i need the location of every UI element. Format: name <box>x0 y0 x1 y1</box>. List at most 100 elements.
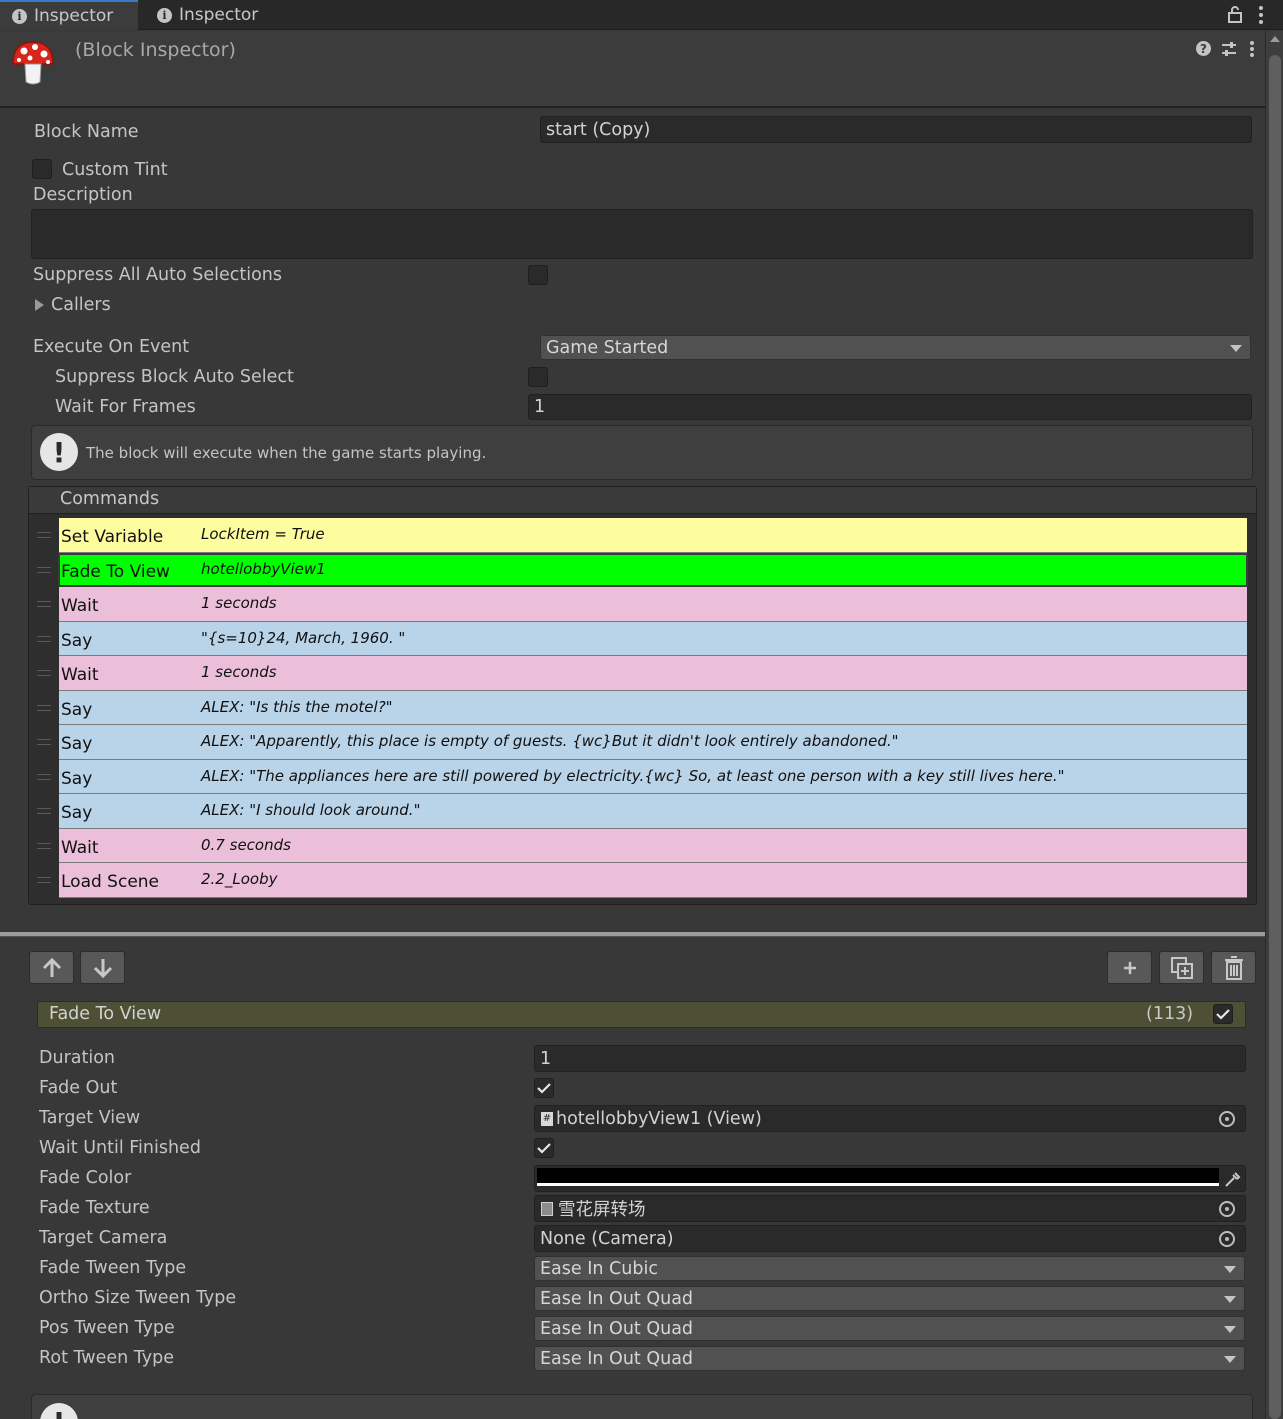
fade-texture-label: Fade Texture <box>39 1198 150 1218</box>
fade-tween-dropdown[interactable]: Ease In Cubic <box>534 1256 1245 1281</box>
trash-icon <box>1224 955 1243 980</box>
command-row[interactable]: Load Scene 2.2_Looby <box>59 863 1247 898</box>
commands-header-label: Commands <box>60 489 160 509</box>
drag-handle-icon[interactable] <box>37 704 51 711</box>
dropdown-value: Ease In Cubic <box>540 1258 658 1279</box>
tab-bar: i Inspector i Inspector <box>0 0 1283 30</box>
target-view-field[interactable]: # hotellobbyView1 (View) <box>534 1105 1246 1132</box>
command-index: (113) <box>1146 1004 1194 1024</box>
scrollbar[interactable] <box>1265 31 1283 1419</box>
drag-handle-icon[interactable] <box>37 670 51 676</box>
wait-until-finished-checkbox[interactable] <box>534 1138 554 1158</box>
command-row[interactable]: Wait 1 seconds <box>59 587 1247 622</box>
rot-tween-dropdown[interactable]: Ease In Out Quad <box>534 1346 1245 1371</box>
command-summary: ALEX: "The appliances here are still pow… <box>201 766 1065 785</box>
drag-handle-icon[interactable] <box>37 877 51 883</box>
wait-for-frames-label: Wait For Frames <box>55 397 196 417</box>
command-row[interactable]: Say ALEX: "Apparently, this place is empt… <box>59 725 1247 760</box>
duration-label: Duration <box>39 1048 116 1068</box>
command-summary: 0.7 seconds <box>201 835 291 854</box>
drag-handle-icon[interactable] <box>37 739 51 745</box>
target-camera-field[interactable]: None (Camera) <box>534 1225 1246 1252</box>
drag-handle-icon[interactable] <box>37 773 51 780</box>
warning-icon: ! <box>40 1403 78 1419</box>
command-summary: ALEX: "I should look around." <box>201 801 421 819</box>
kebab-menu-icon[interactable] <box>1249 40 1255 63</box>
expand-arrow-icon[interactable] <box>35 299 44 311</box>
target-camera-label: Target Camera <box>39 1228 168 1248</box>
command-summary: LockItem = True <box>201 525 325 543</box>
fade-color-field[interactable] <box>534 1165 1246 1192</box>
drag-handle-icon[interactable] <box>37 601 51 607</box>
duplicate-command-button[interactable] <box>1159 951 1204 984</box>
dropdown-value: Ease In Out Quad <box>540 1318 694 1339</box>
arrow-up-icon <box>42 957 61 977</box>
texture-icon <box>541 1201 553 1216</box>
command-row[interactable]: Say ALEX: "Is this the motel?" <box>59 690 1247 725</box>
suppress-block-label: Suppress Block Auto Select <box>55 367 294 387</box>
drag-handle-icon[interactable] <box>37 532 51 538</box>
command-row[interactable]: Say "{s=10}24, March, 1960. " <box>59 621 1247 656</box>
mushroom-icon <box>10 38 56 93</box>
command-summary: ALEX: "Is this the motel?" <box>201 697 393 716</box>
fade-out-checkbox[interactable] <box>534 1078 554 1098</box>
drag-handle-icon[interactable] <box>37 635 51 642</box>
tab-inspector-1[interactable]: i Inspector <box>0 0 138 30</box>
wait-until-finished-label: Wait Until Finished <box>39 1138 201 1158</box>
scroll-thumb[interactable] <box>1269 55 1281 1419</box>
command-name: Set Variable <box>61 527 164 547</box>
move-up-button[interactable] <box>29 951 74 984</box>
wait-for-frames-input[interactable]: 1 <box>528 394 1252 420</box>
fade-texture-field[interactable]: 雪花屏转场 <box>534 1195 1246 1222</box>
move-down-button[interactable] <box>80 951 125 984</box>
command-row[interactable]: Set Variable LockItem = True <box>59 518 1247 553</box>
tab-inspector-2[interactable]: i Inspector <box>145 0 285 30</box>
execute-on-event-dropdown[interactable]: Game Started <box>540 335 1251 360</box>
target-view-label: Target View <box>39 1108 141 1128</box>
object-picker-icon[interactable] <box>1219 1110 1235 1127</box>
info-icon: i <box>157 7 172 23</box>
drag-handle-icon[interactable] <box>37 842 51 849</box>
pos-tween-dropdown[interactable]: Ease In Out Quad <box>534 1316 1245 1341</box>
command-row[interactable]: Wait 0.7 seconds <box>59 828 1247 863</box>
lock-icon[interactable] <box>1228 6 1242 28</box>
command-enabled-checkbox[interactable] <box>1213 1004 1233 1024</box>
command-row[interactable]: Wait 1 seconds <box>59 656 1247 691</box>
target-camera-value: None (Camera) <box>540 1228 674 1249</box>
add-command-button[interactable] <box>1107 951 1152 984</box>
fade-out-label: Fade Out <box>39 1078 118 1098</box>
help-text: The block will execute when the game sta… <box>86 444 487 462</box>
ortho-tween-dropdown[interactable]: Ease In Out Quad <box>534 1286 1245 1311</box>
help-icon[interactable]: ? <box>1196 41 1211 56</box>
help-box: ! <box>31 1394 1253 1419</box>
suppress-block-checkbox[interactable] <box>528 367 548 387</box>
rot-tween-label: Rot Tween Type <box>39 1348 174 1368</box>
commands-list: Commands Set Variable LockItem = True Fade… <box>28 486 1257 905</box>
suppress-all-checkbox[interactable] <box>528 265 548 285</box>
callers-foldout[interactable]: Callers <box>51 295 111 315</box>
description-label: Description <box>33 185 133 205</box>
delete-command-button[interactable] <box>1211 951 1256 984</box>
drag-handle-icon[interactable] <box>37 808 51 814</box>
panel-splitter[interactable] <box>0 932 1265 937</box>
color-swatch <box>537 1168 1219 1186</box>
fade-texture-value: 雪花屏转场 <box>558 1200 646 1220</box>
custom-tint-checkbox[interactable] <box>32 159 52 179</box>
presets-icon[interactable] <box>1221 41 1237 62</box>
object-picker-icon[interactable] <box>1219 1230 1235 1247</box>
command-summary: 2.2_Looby <box>201 870 278 888</box>
kebab-menu-icon[interactable] <box>1258 5 1264 30</box>
plus-icon <box>1123 961 1136 974</box>
description-textarea[interactable] <box>31 209 1253 259</box>
eyedropper-icon[interactable] <box>1224 1170 1242 1193</box>
checkmark-icon <box>537 1083 551 1094</box>
command-row[interactable]: Say ALEX: "I should look around." <box>59 794 1247 829</box>
command-row[interactable]: Say ALEX: "The appliances here are still … <box>59 759 1247 794</box>
block-name-label: Block Name <box>34 122 139 142</box>
selected-row-outline <box>58 552 1248 587</box>
block-name-input[interactable]: start (Copy) <box>540 116 1252 143</box>
scroll-up-icon[interactable] <box>1270 36 1280 42</box>
duration-input[interactable]: 1 <box>534 1045 1246 1072</box>
object-picker-icon[interactable] <box>1219 1200 1235 1217</box>
drag-handle-icon[interactable] <box>37 566 51 573</box>
